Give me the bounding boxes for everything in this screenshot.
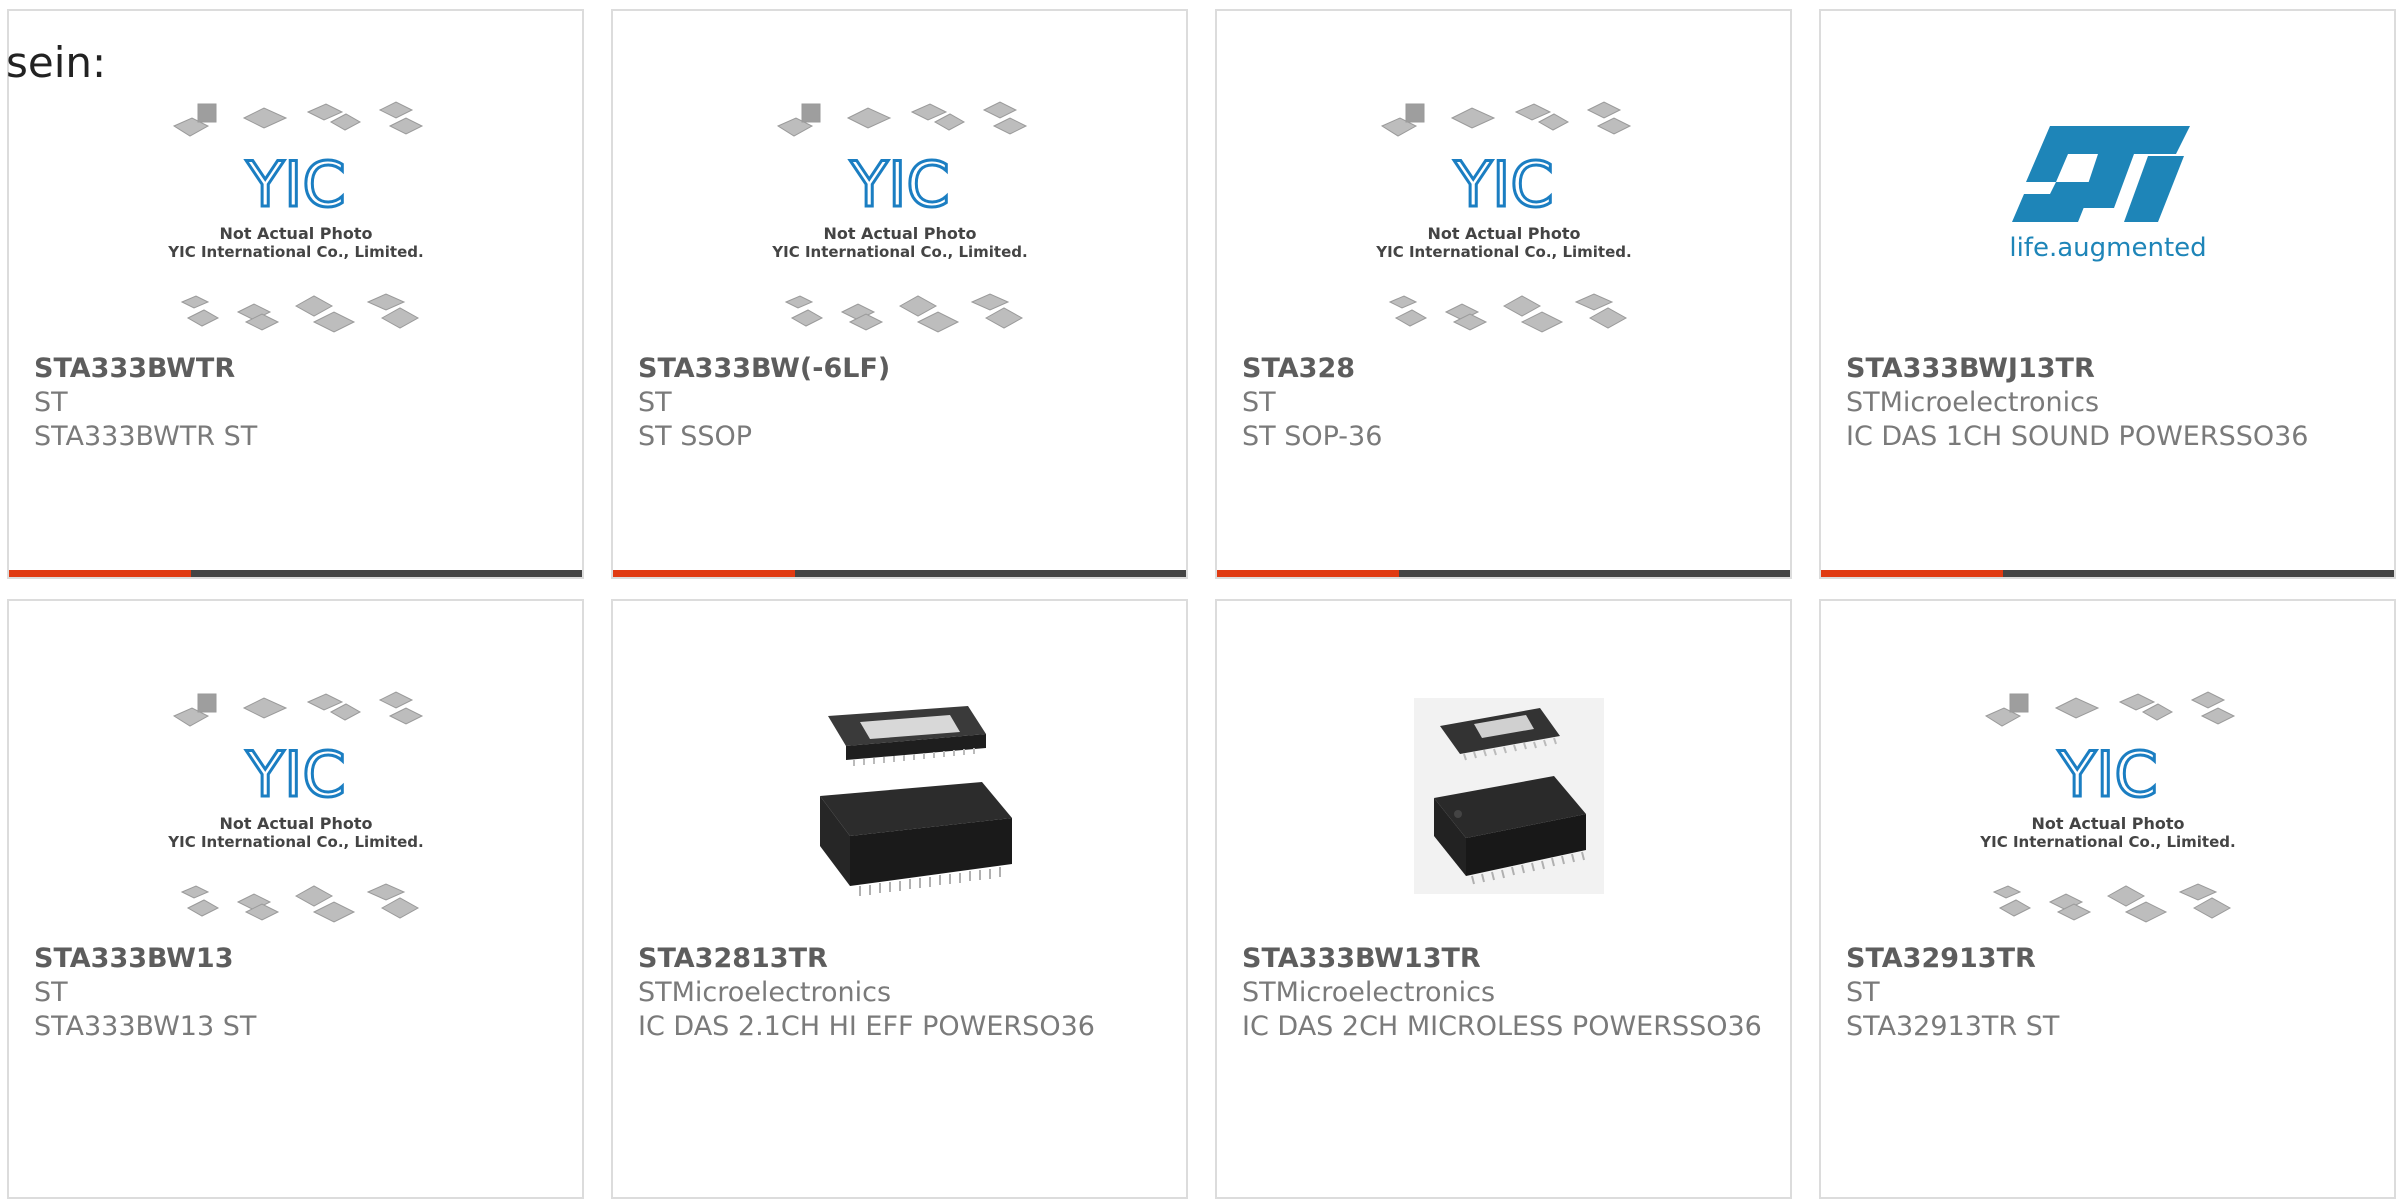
product-placeholder-image[interactable]: YIC Not Actual Photo YIC International C… — [9, 96, 582, 356]
svg-text:Not Actual Photo: Not Actual Photo — [2031, 814, 2184, 833]
product-part-number[interactable]: STA328 — [1242, 352, 1770, 386]
product-card[interactable]: YIC Not Actual Photo YIC International C… — [7, 599, 584, 1199]
svg-text:YIC International Co., Limited: YIC International Co., Limited. — [1375, 243, 1631, 261]
product-manufacturer: STMicroelectronics — [1242, 977, 1496, 1008]
svg-text:YIC International Co., Limited: YIC International Co., Limited. — [771, 243, 1027, 261]
product-manufacturer: ST — [1242, 387, 1276, 418]
svg-text:YIC: YIC — [2057, 738, 2157, 811]
product-brand-image[interactable]: life.augmented — [1821, 96, 2394, 356]
card-footer-bar — [1217, 570, 1790, 577]
product-part-number[interactable]: STA333BW13TR — [1242, 942, 1770, 976]
product-part-number[interactable]: STA333BWJ13TR — [1846, 352, 2374, 386]
placeholder-photo-icon: YIC Not Actual Photo YIC International C… — [1979, 691, 2235, 923]
svg-text:Not Actual Photo: Not Actual Photo — [219, 814, 372, 833]
svg-text:YIC: YIC — [245, 738, 345, 811]
product-manufacturer: ST — [34, 977, 68, 1008]
product-placeholder-image[interactable]: YIC Not Actual Photo YIC International C… — [1821, 686, 2394, 946]
product-card[interactable]: YIC Not Actual Photo YIC International C… — [1819, 599, 2396, 1199]
card-footer-bar — [613, 570, 1186, 577]
product-description: STA333BWTR ST — [34, 421, 258, 452]
svg-text:YIC: YIC — [245, 148, 345, 221]
product-description: IC DAS 1CH SOUND POWERSSO36 — [1846, 421, 2309, 452]
product-part-number[interactable]: STA333BWTR — [34, 352, 562, 386]
product-placeholder-image[interactable]: YIC Not Actual Photo YIC International C… — [1217, 96, 1790, 356]
product-part-number[interactable]: STA32913TR — [1846, 942, 2374, 976]
product-placeholder-image[interactable]: YIC Not Actual Photo YIC International C… — [613, 96, 1186, 356]
intro-text: sein: — [6, 38, 107, 87]
card-footer-bar — [1821, 570, 2394, 577]
card-accent-bar — [613, 570, 795, 577]
product-description: IC DAS 2CH MICROLESS POWERSSO36 — [1242, 1011, 1762, 1042]
chip-package-icon — [1413, 698, 1604, 894]
svg-text:Not Actual Photo: Not Actual Photo — [823, 224, 976, 243]
product-part-number[interactable]: STA32813TR — [638, 942, 1166, 976]
product-card[interactable]: YIC Not Actual Photo YIC International C… — [1215, 9, 1792, 579]
card-accent-bar — [1217, 570, 1399, 577]
product-card[interactable]: life.augmented STA333BWJ13TR STMicroelec… — [1819, 9, 2396, 579]
product-part-number[interactable]: STA333BW(-6LF) — [638, 352, 1166, 386]
card-accent-bar — [9, 570, 191, 577]
product-manufacturer: ST — [638, 387, 672, 418]
product-placeholder-image[interactable]: YIC Not Actual Photo YIC International C… — [9, 686, 582, 946]
svg-text:YIC: YIC — [1453, 148, 1553, 221]
svg-text:Not Actual Photo: Not Actual Photo — [1427, 224, 1580, 243]
svg-text:YIC International Co., Limited: YIC International Co., Limited. — [167, 243, 423, 261]
product-description: STA333BW13 ST — [34, 1011, 257, 1042]
product-card[interactable]: STA32813TR STMicroelectronics IC DAS 2.1… — [611, 599, 1188, 1199]
product-description: IC DAS 2.1CH HI EFF POWERSO36 — [638, 1011, 1095, 1042]
product-grid: YIC Not Actual Photo YIC International C… — [0, 0, 2400, 1199]
placeholder-photo-icon: YIC Not Actual Photo YIC International C… — [771, 101, 1027, 333]
svg-text:YIC International Co., Limited: YIC International Co., Limited. — [167, 833, 423, 851]
chip-package-icon — [819, 706, 1012, 896]
st-logo-icon: life.augmented — [2009, 126, 2206, 263]
product-manufacturer: ST — [1846, 977, 1880, 1008]
product-manufacturer: STMicroelectronics — [1846, 387, 2100, 418]
svg-text:YIC: YIC — [849, 148, 949, 221]
product-description: STA32913TR ST — [1846, 1011, 2060, 1042]
product-chip-image[interactable] — [1217, 686, 1790, 946]
product-manufacturer: STMicroelectronics — [638, 977, 892, 1008]
product-card[interactable]: YIC Not Actual Photo YIC International C… — [7, 9, 584, 579]
placeholder-photo-icon: YIC Not Actual Photo YIC International C… — [167, 691, 423, 923]
svg-text:life.augmented: life.augmented — [2009, 233, 2206, 263]
product-manufacturer: ST — [34, 387, 68, 418]
product-part-number[interactable]: STA333BW13 — [34, 942, 562, 976]
card-footer-bar — [9, 570, 582, 577]
product-card[interactable]: STA333BW13TR STMicroelectronics IC DAS 2… — [1215, 599, 1792, 1199]
placeholder-photo-icon: YIC Not Actual Photo YIC International C… — [1375, 101, 1631, 333]
product-description: ST SSOP — [638, 421, 753, 452]
svg-text:YIC International Co., Limited: YIC International Co., Limited. — [1979, 833, 2235, 851]
placeholder-photo-icon: YIC Not Actual Photo YIC International C… — [167, 101, 423, 333]
product-card[interactable]: YIC Not Actual Photo YIC International C… — [611, 9, 1188, 579]
card-accent-bar — [1821, 570, 2003, 577]
svg-text:Not Actual Photo: Not Actual Photo — [219, 224, 372, 243]
product-description: ST SOP-36 — [1242, 421, 1383, 452]
product-chip-image[interactable] — [613, 686, 1186, 946]
